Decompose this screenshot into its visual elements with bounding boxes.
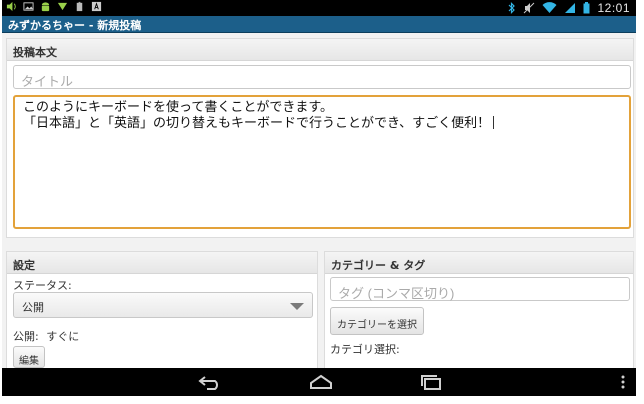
title-input[interactable]: タイトル [13,65,631,89]
app-title-bar: みずかるちゃー - 新規投稿 [2,16,636,33]
post-body-panel: 投稿本文 タイトル このようにキーボードを使って書くことができます。 「日本語」… [6,38,634,238]
tag-input[interactable]: タグ (コンマ区切り) [330,277,630,301]
edit-button[interactable]: 編集 [13,346,45,368]
status-select[interactable]: 公開 [13,292,313,318]
status-bar: 12:01 [2,0,636,16]
download-icon [57,2,68,11]
recent-apps-icon[interactable] [418,374,444,390]
wifi-icon [542,2,557,13]
text-cursor [493,116,495,129]
body-line-2: 「日本語」と「英語」の切り替えもキーボードで行うことができ、すごく便利！ [23,116,621,132]
system-icons: 12:01 [508,0,630,16]
clock: 12:01 [597,1,630,15]
body-line-2-text: 「日本語」と「英語」の切り替えもキーボードで行うことができ、すごく便利！ [23,116,491,131]
body-textarea[interactable]: このようにキーボードを使って書くことができます。 「日本語」と「英語」の切り替え… [13,95,631,229]
settings-header: 設定 [7,252,317,274]
battery-small-icon [76,1,83,12]
navigation-bar [2,368,636,396]
volume-icon [6,1,16,12]
notification-icons [6,1,102,12]
bluetooth-icon [509,2,516,14]
status-label: ステータス: [13,279,72,292]
mute-icon [524,2,535,14]
body-line-1: このようにキーボードを使って書くことができます。 [23,100,334,115]
status-select-value: 公開 [22,301,44,314]
device-frame: 12:01 みずかるちゃー - 新規投稿 投稿本文 タイトル このようにキーボー… [0,0,644,404]
publish-row: 公開: すぐに [13,328,79,344]
battery-icon [583,2,590,14]
back-icon[interactable] [198,374,224,390]
select-category-button[interactable]: カテゴリーを選択 [330,307,424,335]
android-icon [41,2,50,12]
category-selection-label: カテゴリ選択: [330,343,400,356]
home-icon[interactable] [308,374,334,390]
text-a-icon [91,1,102,12]
post-body-header: 投稿本文 [7,39,633,61]
app-title: みずかるちゃー - 新規投稿 [8,19,142,32]
category-tag-header: カテゴリー & タグ [325,252,633,274]
image-icon [23,2,34,11]
tablet-screen: 12:01 みずかるちゃー - 新規投稿 投稿本文 タイトル このようにキーボー… [2,0,636,396]
publish-label: 公開: [13,330,39,343]
publish-value: すぐに [46,330,80,343]
signal-icon [565,3,576,13]
overflow-menu-icon[interactable] [620,374,626,390]
chevron-down-icon [290,303,304,310]
